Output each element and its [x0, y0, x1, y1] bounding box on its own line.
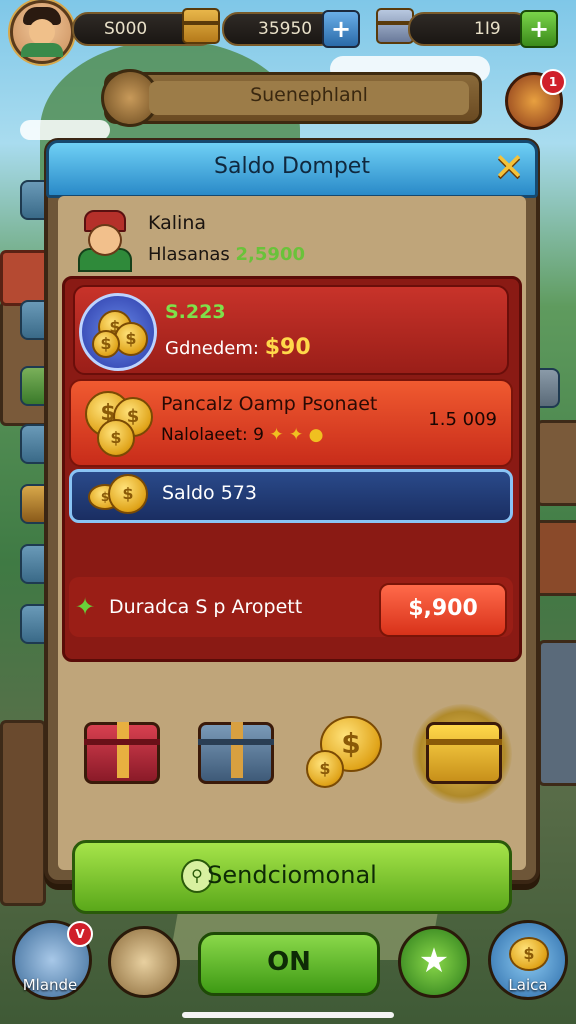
dialog-header: Saldo Dompet ✕ — [46, 140, 538, 198]
event-banner-label: Suenephlanl — [149, 81, 469, 115]
top-bar: S000 35950 + 1Ι9 + — [0, 0, 576, 64]
purchase-label: Duradca S p Aropett — [109, 596, 303, 618]
energy-counter: 1Ι9 — [408, 12, 530, 46]
balance-line: Gdnedem: $90 — [165, 335, 311, 360]
send-button[interactable]: ⚲ Sendciomonal — [72, 840, 512, 914]
coins-value: S000 — [104, 19, 148, 39]
energy-value: 1Ι9 — [474, 19, 501, 39]
purchase-row: ✦ Duradca S p Aropett $,900 — [69, 577, 513, 637]
offer-title: Pancalz Oamp Psonaet — [161, 393, 378, 415]
send-button-label: Sendciomonal — [207, 861, 377, 889]
event-banner[interactable]: Suenephlanl — [101, 69, 482, 127]
reward-items: $ $ — [72, 704, 512, 804]
red-chest-icon — [84, 722, 160, 784]
user-balance-label: Hlasanas — [148, 244, 230, 265]
add-energy-button[interactable]: + — [520, 10, 558, 48]
hammer-label: Mlande — [22, 976, 78, 994]
buy-button[interactable]: $,900 — [379, 583, 507, 637]
saldo-label: Saldo 573 — [162, 482, 257, 504]
gold-chest-icon — [426, 722, 502, 784]
hammer-badge: V — [67, 921, 93, 947]
gem-bag-button[interactable] — [108, 926, 180, 998]
wallet-dialog: Saldo Dompet ✕ Kalina Hlasanas 2,5900 $ … — [44, 138, 540, 914]
gems-value: 35950 — [258, 19, 313, 39]
user-balance: Hlasanas 2,5900 — [148, 244, 305, 265]
bottom-bar: V Mlande ON ★ $ Laica — [0, 910, 576, 1024]
saldo-row[interactable]: $ $ Saldo 573 — [69, 469, 513, 523]
balance-card[interactable]: $ $ $ S.223 Gdnedem: $90 — [73, 285, 509, 375]
coin-icon: $ — [509, 937, 549, 971]
blue-chest-icon — [198, 722, 274, 784]
dialog-body: Kalina Hlasanas 2,5900 $ $ $ S.223 Gdned… — [58, 196, 526, 914]
user-info: Kalina Hlasanas 2,5900 — [72, 204, 512, 272]
coin-label: Laica — [508, 976, 548, 994]
balance-value: S.223 — [165, 301, 226, 323]
red-chest-item[interactable] — [80, 714, 160, 794]
reward-chest-button[interactable]: 1 — [505, 69, 566, 130]
gold-chest-item[interactable] — [412, 704, 512, 804]
offer-subtitle: Nalolaeet: 9 ✦ ✦ ● — [161, 425, 324, 445]
coin-stack-icon: $ $ $ — [79, 293, 157, 371]
balance-label: Gdnedem: — [165, 338, 259, 359]
blue-chest-item[interactable] — [194, 714, 274, 794]
player-avatar[interactable] — [10, 0, 74, 64]
user-avatar — [72, 210, 134, 272]
star-icons: ✦ ✦ ● — [269, 425, 324, 445]
on-button[interactable]: ON — [198, 932, 380, 996]
offer-amount: 1.5 009 — [428, 409, 497, 430]
star-button[interactable]: ★ — [398, 926, 470, 998]
close-icon[interactable]: ✕ — [489, 147, 529, 187]
gold-coins-item[interactable]: $ $ — [306, 714, 386, 794]
home-indicator[interactable] — [182, 1012, 394, 1018]
gems-counter: 35950 — [222, 12, 336, 46]
notification-badge: 1 — [540, 69, 566, 95]
offer-card[interactable]: $ $ $ Pancalz Oamp Psonaet Nalolaeet: 9 … — [69, 379, 513, 467]
add-gems-button[interactable]: + — [322, 10, 360, 48]
sparkle-icon: ✦ — [75, 593, 96, 621]
user-balance-value: 2,5900 — [235, 244, 305, 265]
chest-icon[interactable] — [182, 8, 220, 44]
wallet-panel: $ $ $ S.223 Gdnedem: $90 $ $ $ Pancalz O… — [62, 276, 522, 662]
balance-amount: $90 — [264, 335, 311, 360]
dialog-title: Saldo Dompet — [214, 154, 370, 179]
user-name: Kalina — [148, 212, 207, 234]
